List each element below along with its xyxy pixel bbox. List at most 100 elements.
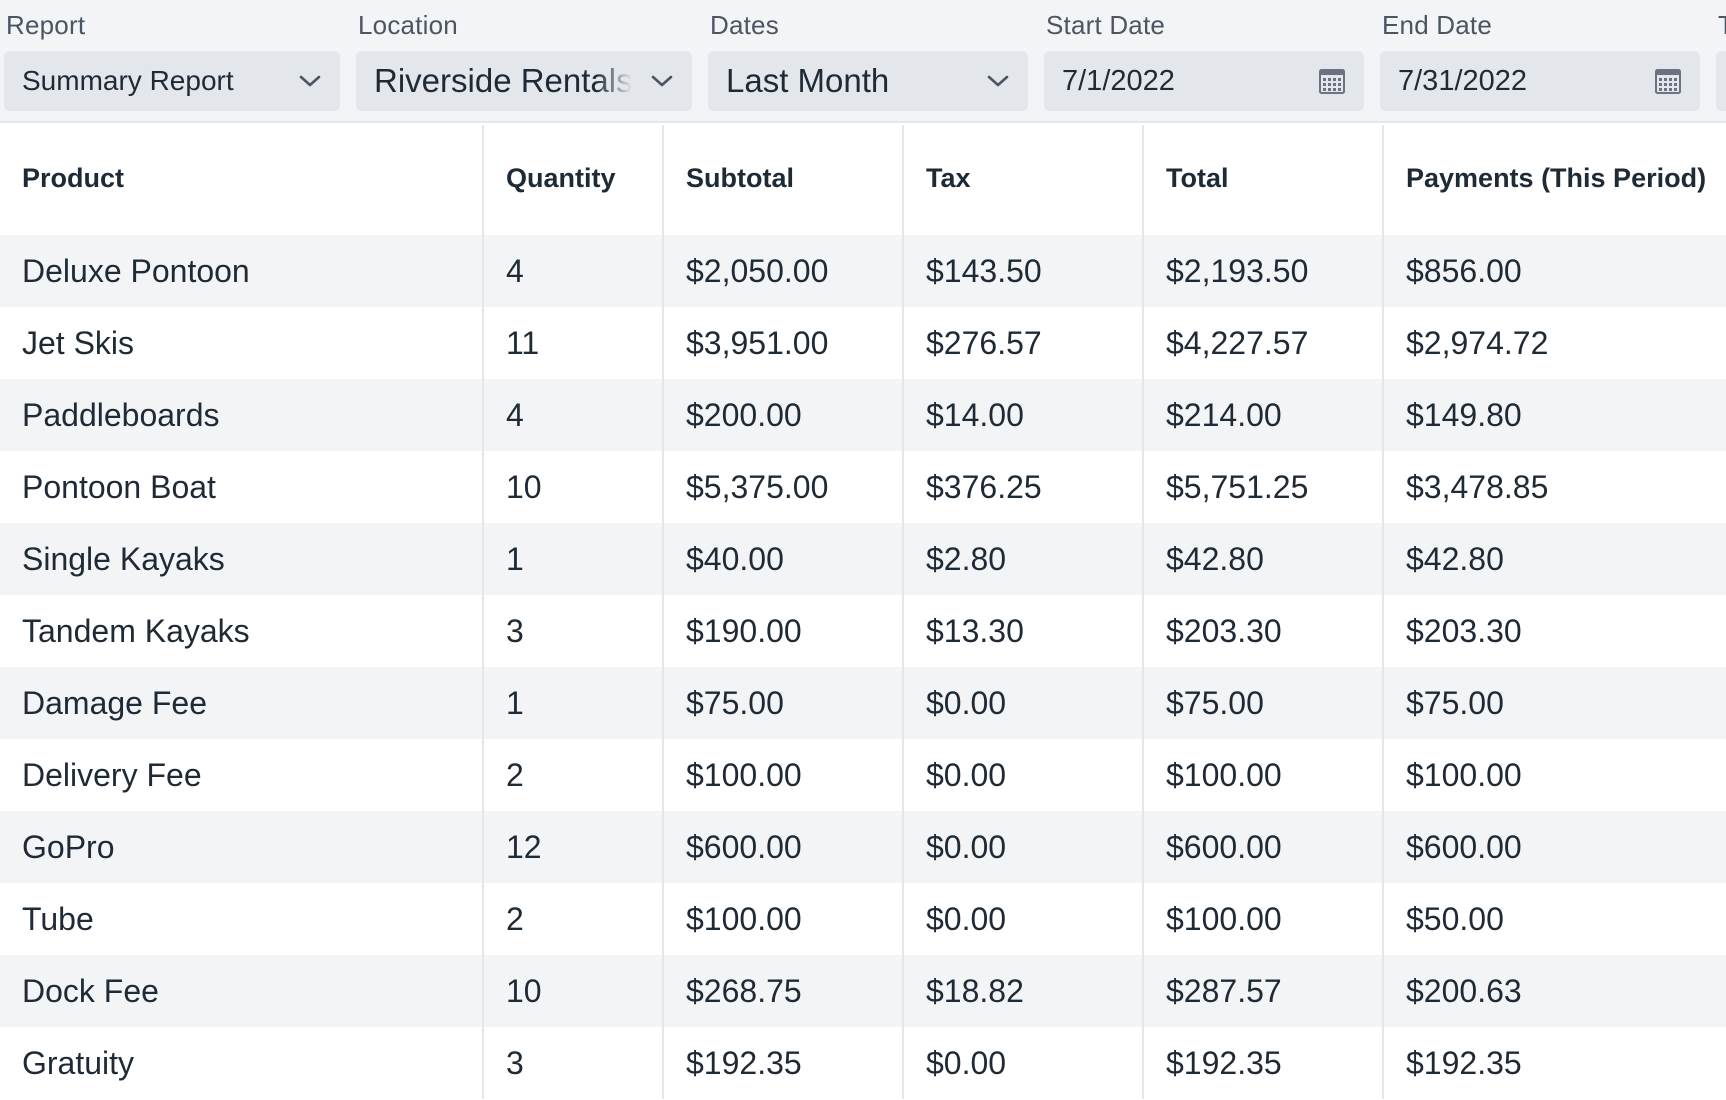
start-date-input[interactable]: 7/1/2022 — [1044, 51, 1364, 111]
payments-cell: $50.00 — [1382, 883, 1726, 955]
tax-cell: $0.00 — [902, 883, 1143, 955]
subtotal-cell: $100.00 — [662, 739, 903, 811]
product-cell: Pontoon Boat — [0, 451, 483, 523]
product-cell: Jet Skis — [0, 307, 483, 379]
total-cell: $287.57 — [1142, 955, 1383, 1027]
end-date-input[interactable]: 7/31/2022 — [1380, 51, 1700, 111]
payments-cell: $3,478.85 — [1382, 451, 1726, 523]
location-select[interactable]: Riverside Rentals — [356, 51, 692, 111]
start-date-value: 7/1/2022 — [1062, 65, 1175, 97]
end-date-label: End Date — [1382, 10, 1493, 40]
column-header-product[interactable]: Product — [0, 125, 483, 235]
total-cell: $203.30 — [1142, 595, 1383, 667]
table-row: Dock Fee 10 $268.75 $18.82 $287.57 $200.… — [0, 955, 1726, 1027]
subtotal-cell: $40.00 — [662, 523, 903, 595]
payments-cell: $42.80 — [1382, 523, 1726, 595]
chevron-down-icon — [651, 75, 673, 87]
payments-cell: $2,974.72 — [1382, 307, 1726, 379]
total-cell: $4,227.57 — [1142, 307, 1383, 379]
product-cell: Deluxe Pontoon — [0, 235, 483, 307]
quantity-cell: 12 — [482, 811, 663, 883]
table-row: Tandem Kayaks 3 $190.00 $13.30 $203.30 $… — [0, 595, 1726, 667]
tax-cell: $2.80 — [902, 523, 1143, 595]
subtotal-cell: $190.00 — [662, 595, 903, 667]
report-select-value: Summary Report — [22, 65, 234, 96]
tax-cell: $14.00 — [902, 379, 1143, 451]
tax-cell: $276.57 — [902, 307, 1143, 379]
calendar-icon[interactable] — [1654, 67, 1682, 95]
report-select[interactable]: Summary Report — [4, 51, 340, 111]
total-cell: $600.00 — [1142, 811, 1383, 883]
start-date-label: Start Date — [1046, 10, 1166, 40]
quantity-cell: 2 — [482, 883, 663, 955]
product-cell: Tube — [0, 883, 483, 955]
subtotal-cell: $3,951.00 — [662, 307, 903, 379]
chevron-down-icon — [299, 75, 321, 87]
total-cell: $192.35 — [1142, 1027, 1383, 1099]
table-row: Tube 2 $100.00 $0.00 $100.00 $50.00 — [0, 883, 1726, 955]
tax-cell: $18.82 — [902, 955, 1143, 1027]
quantity-cell: 3 — [482, 1027, 663, 1099]
table-row: Gratuity 3 $192.35 $0.00 $192.35 $192.35 — [0, 1027, 1726, 1099]
column-header-total[interactable]: Total — [1142, 125, 1383, 235]
column-header-tax[interactable]: Tax — [902, 125, 1143, 235]
table-header-row: Product Quantity Subtotal Tax Total Paym… — [0, 125, 1726, 235]
dates-select[interactable]: Last Month — [708, 51, 1028, 111]
product-cell: Damage Fee — [0, 667, 483, 739]
report-filter-bar: Report Summary Report Location Riverside… — [0, 0, 1726, 123]
quantity-cell: 10 — [482, 955, 663, 1027]
product-cell: Tandem Kayaks — [0, 595, 483, 667]
chevron-down-icon — [987, 75, 1009, 87]
tax-cell: $0.00 — [902, 811, 1143, 883]
subtotal-cell: $192.35 — [662, 1027, 903, 1099]
summary-report-table: Product Quantity Subtotal Tax Total Paym… — [0, 125, 1726, 1099]
quantity-cell: 2 — [482, 739, 663, 811]
column-header-payments[interactable]: Payments (This Period) — [1382, 125, 1726, 235]
total-cell: $42.80 — [1142, 523, 1383, 595]
payments-cell: $192.35 — [1382, 1027, 1726, 1099]
table-row: Jet Skis 11 $3,951.00 $276.57 $4,227.57 … — [0, 307, 1726, 379]
report-filter-label: Report — [6, 10, 86, 40]
location-select-value: Riverside Rentals — [374, 62, 633, 99]
subtotal-cell: $75.00 — [662, 667, 903, 739]
subtotal-cell: $200.00 — [662, 379, 903, 451]
next-filter-label: T — [1718, 10, 1726, 41]
total-cell: $214.00 — [1142, 379, 1383, 451]
column-header-quantity[interactable]: Quantity — [482, 125, 663, 235]
table-row: Paddleboards 4 $200.00 $14.00 $214.00 $1… — [0, 379, 1726, 451]
tax-cell: $0.00 — [902, 1027, 1143, 1099]
text-overflow-fade — [596, 51, 632, 111]
tax-cell: $0.00 — [902, 667, 1143, 739]
calendar-icon[interactable] — [1318, 67, 1346, 95]
total-cell: $100.00 — [1142, 883, 1383, 955]
subtotal-cell: $600.00 — [662, 811, 903, 883]
total-cell: $2,193.50 — [1142, 235, 1383, 307]
quantity-cell: 11 — [482, 307, 663, 379]
quantity-cell: 1 — [482, 667, 663, 739]
quantity-cell: 3 — [482, 595, 663, 667]
product-cell: Gratuity — [0, 1027, 483, 1099]
payments-cell: $203.30 — [1382, 595, 1726, 667]
payments-cell: $600.00 — [1382, 811, 1726, 883]
tax-cell: $143.50 — [902, 235, 1143, 307]
subtotal-cell: $100.00 — [662, 883, 903, 955]
total-cell: $5,751.25 — [1142, 451, 1383, 523]
payments-cell: $100.00 — [1382, 739, 1726, 811]
table-row: Pontoon Boat 10 $5,375.00 $376.25 $5,751… — [0, 451, 1726, 523]
next-filter-control[interactable] — [1716, 51, 1726, 111]
table-row: Damage Fee 1 $75.00 $0.00 $75.00 $75.00 — [0, 667, 1726, 739]
tax-cell: $13.30 — [902, 595, 1143, 667]
total-cell: $75.00 — [1142, 667, 1383, 739]
column-header-subtotal[interactable]: Subtotal — [662, 125, 903, 235]
table-row: Single Kayaks 1 $40.00 $2.80 $42.80 $42.… — [0, 523, 1726, 595]
tax-cell: $0.00 — [902, 739, 1143, 811]
total-cell: $100.00 — [1142, 739, 1383, 811]
subtotal-cell: $2,050.00 — [662, 235, 903, 307]
product-cell: Delivery Fee — [0, 739, 483, 811]
product-cell: Dock Fee — [0, 955, 483, 1027]
end-date-value: 7/31/2022 — [1398, 65, 1528, 97]
quantity-cell: 4 — [482, 379, 663, 451]
quantity-cell: 1 — [482, 523, 663, 595]
payments-cell: $149.80 — [1382, 379, 1726, 451]
subtotal-cell: $5,375.00 — [662, 451, 903, 523]
